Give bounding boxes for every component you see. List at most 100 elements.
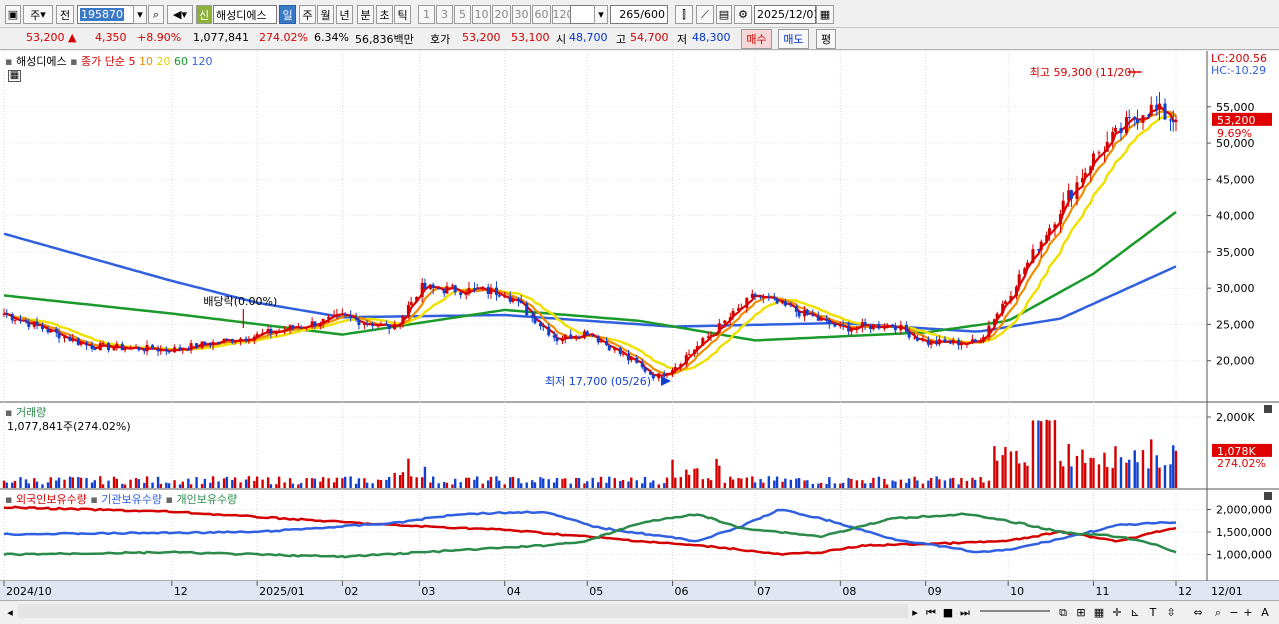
scale-icon[interactable]: ⇳ xyxy=(1163,603,1179,622)
prev-button[interactable]: 전 xyxy=(56,5,74,24)
volume-bar xyxy=(869,482,872,488)
interval-button[interactable]: 5 xyxy=(454,5,471,24)
candle-body xyxy=(494,287,498,295)
sell-button[interactable]: 매도 xyxy=(778,29,809,49)
candle-body xyxy=(679,364,683,367)
volume-bar xyxy=(938,479,941,488)
volume-bar xyxy=(1114,446,1117,488)
gear-icon[interactable]: ⚙ xyxy=(734,5,752,24)
eval-button[interactable]: 평 xyxy=(816,29,836,49)
fit-icon[interactable]: ⇔ xyxy=(1190,603,1206,622)
candle-body xyxy=(891,324,895,327)
crosshair-icon[interactable]: ✛ xyxy=(1109,603,1125,622)
interval-button[interactable]: 3 xyxy=(436,5,453,24)
volume-bar xyxy=(1075,455,1079,488)
count-field[interactable]: 265/600 xyxy=(610,5,668,24)
volume-bar xyxy=(847,478,850,488)
candle-body xyxy=(607,345,611,351)
candle-body xyxy=(384,323,388,325)
layout-icon[interactable]: ⊞ xyxy=(1073,603,1089,622)
scroll-right-icon[interactable]: ▸ xyxy=(908,603,922,622)
first-icon[interactable]: ⏮ xyxy=(924,603,938,622)
interval-button[interactable]: 30 xyxy=(512,5,531,24)
plus-icon[interactable]: + xyxy=(1242,603,1254,622)
stock-name-field[interactable]: 해성디에스 xyxy=(213,5,277,24)
volume-bar xyxy=(376,479,380,488)
code-input[interactable]: 195870 xyxy=(77,5,135,24)
timeframe-button[interactable]: 틱 xyxy=(394,5,411,24)
grid-icon[interactable]: ▦ xyxy=(1091,603,1107,622)
volume-bar xyxy=(134,478,138,488)
timeframe-button[interactable]: 초 xyxy=(376,5,393,24)
candle-body xyxy=(134,346,138,348)
minus-icon[interactable]: − xyxy=(1228,603,1240,622)
candle-body xyxy=(503,296,507,298)
date-field[interactable]: 2025/12/01 xyxy=(754,5,820,24)
volume-bar xyxy=(1106,467,1109,488)
x-tick-label: 10 xyxy=(1010,585,1024,598)
volume-bar xyxy=(511,476,515,488)
table-icon[interactable]: ▦ xyxy=(8,70,21,82)
line-tool-icon[interactable]: ⟋ xyxy=(696,5,714,24)
volume-bar xyxy=(891,480,894,488)
chevron-down-icon[interactable]: ▾ xyxy=(594,5,608,24)
volume-bar xyxy=(200,484,204,488)
text-tool-icon[interactable]: T xyxy=(1145,603,1161,622)
interval-button[interactable]: 20 xyxy=(492,5,511,24)
candle-body xyxy=(93,348,97,351)
timeframe-button[interactable]: 주 xyxy=(299,5,316,24)
horizontal-scrollbar[interactable] xyxy=(18,604,908,618)
timeframe-button[interactable]: 월 xyxy=(317,5,334,24)
volume-bar xyxy=(916,480,919,488)
volume-bar xyxy=(715,458,718,488)
chart-area[interactable]: 2024/10 12 2025/01 02 03 04 05 06 07 08 09 10 11 12 12… xyxy=(0,51,1279,621)
save-icon[interactable]: ▤ xyxy=(716,5,732,24)
interval-button[interactable]: 60 xyxy=(532,5,551,24)
open-label: 시 xyxy=(556,33,567,46)
zoom-out-icon[interactable]: ⌕ xyxy=(1210,603,1226,622)
volume-bar xyxy=(379,479,383,488)
candle-body xyxy=(871,324,875,330)
volume-bar xyxy=(487,480,490,488)
volume-bar xyxy=(1092,458,1095,488)
stop-icon[interactable]: ■ xyxy=(941,603,955,622)
volume-bar xyxy=(951,477,955,488)
candle-body xyxy=(943,339,947,342)
candle-type-icon[interactable]: ⫿ xyxy=(675,5,693,24)
speaker-icon[interactable]: ◀︎▾ xyxy=(167,5,193,24)
volume-bar xyxy=(321,477,325,488)
x-tick-label: 09 xyxy=(928,585,942,598)
measure-icon[interactable]: ⊾ xyxy=(1127,603,1143,622)
font-size-icon[interactable]: A xyxy=(1258,603,1272,622)
buy-button[interactable]: 매수 xyxy=(741,29,772,49)
volume-bar xyxy=(608,476,611,488)
interval-button[interactable]: 10 xyxy=(472,5,491,24)
candle-body xyxy=(186,349,190,351)
search-icon[interactable]: ⌕ xyxy=(148,5,164,24)
candle-body xyxy=(687,353,691,356)
volume-bar xyxy=(539,477,542,488)
interval-button[interactable]: 1 xyxy=(418,5,435,24)
volume-bar xyxy=(1136,462,1139,488)
calendar-icon[interactable]: ▦ xyxy=(816,5,834,24)
chart-type-icon[interactable]: ⧉ xyxy=(1055,603,1071,622)
price-change: 4,350 xyxy=(95,31,127,44)
candle-body xyxy=(107,343,111,351)
scroll-left-icon[interactable]: ◂ xyxy=(3,603,17,622)
period-select[interactable]: 주 ▾ xyxy=(23,5,53,24)
timeframe-button[interactable]: 분 xyxy=(357,5,374,24)
window-menu-icon[interactable]: ▣ xyxy=(5,5,21,24)
y-tick-label: 30,000 xyxy=(1216,282,1255,295)
candle-body xyxy=(651,374,655,379)
volume-bar xyxy=(605,482,608,488)
candle-body xyxy=(759,296,763,298)
last-icon[interactable]: ⏭ xyxy=(958,603,972,622)
zoom-slider[interactable] xyxy=(980,610,1050,612)
code-dropdown-icon[interactable]: ▾ xyxy=(133,5,147,24)
timeframe-button[interactable]: 년 xyxy=(336,5,353,24)
volume-bar xyxy=(577,477,581,488)
timeframe-button[interactable]: 일 xyxy=(279,5,296,24)
legend-stock-name: 해성디에스 xyxy=(15,55,67,68)
sin-button[interactable]: 신 xyxy=(196,5,212,24)
stock-chart[interactable]: 2024/10 12 2025/01 02 03 04 05 06 07 08 09 10 11 12 12… xyxy=(0,51,1279,621)
